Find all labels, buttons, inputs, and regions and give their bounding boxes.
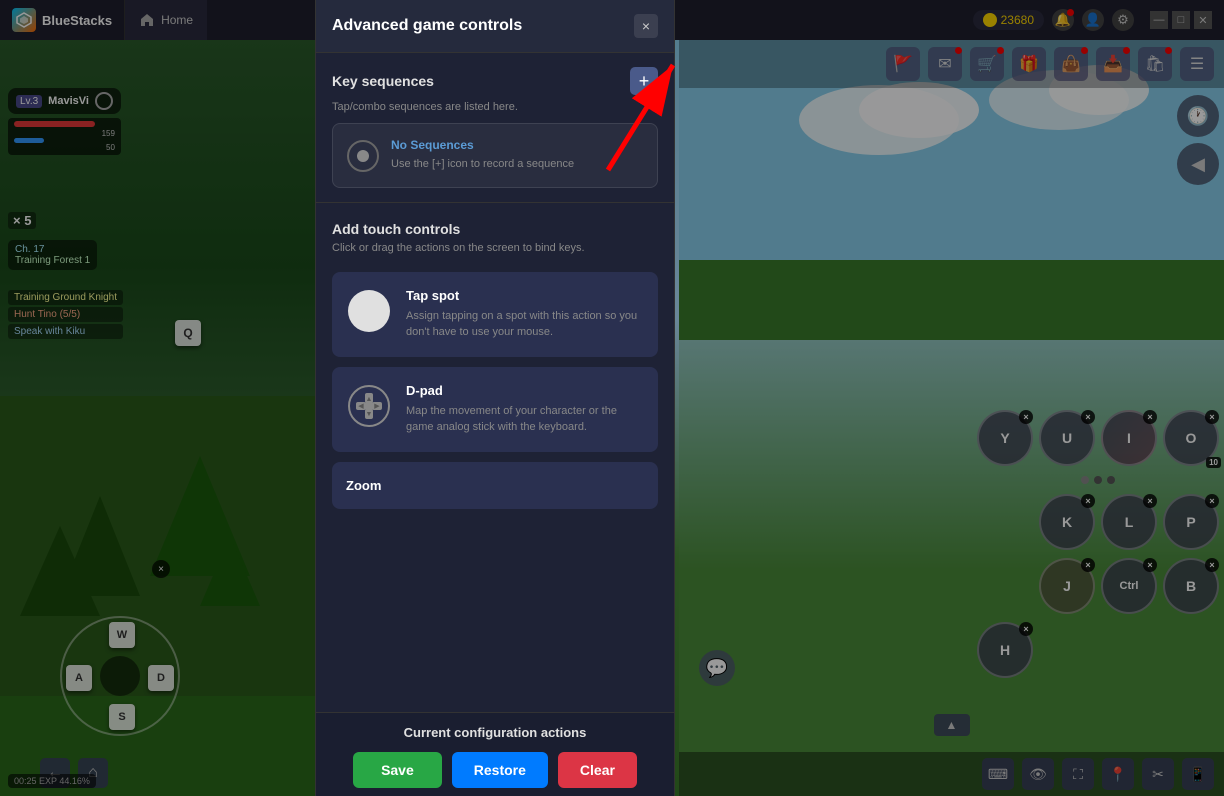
dpad-svg: ▲ ▼ ◀ ▶ — [348, 385, 390, 427]
agc-close-button[interactable]: × — [634, 14, 658, 38]
touch-controls-desc: Click or drag the actions on the screen … — [332, 241, 658, 256]
dpad-desc: Map the movement of your character or th… — [406, 403, 644, 436]
config-buttons: Save Restore Clear — [332, 752, 658, 788]
no-sequences-desc: Use the [+] icon to record a sequence — [391, 156, 574, 173]
record-icon — [347, 140, 379, 172]
agc-body[interactable]: Key sequences + Tap/combo sequences are … — [316, 53, 674, 712]
add-sequence-button[interactable]: + — [630, 67, 658, 95]
clear-button[interactable]: Clear — [558, 752, 637, 788]
tap-spot-card[interactable]: Tap spot Assign tapping on a spot with t… — [332, 272, 658, 357]
touch-controls-header: Add touch controls Click or drag the act… — [316, 207, 674, 262]
dpad-info: D-pad Map the movement of your character… — [406, 383, 644, 436]
key-sequences-title: Key sequences — [332, 73, 434, 89]
agc-title: Advanced game controls — [332, 17, 522, 35]
dpad-card[interactable]: ▲ ▼ ◀ ▶ D-pad Map the movement of your c… — [332, 367, 658, 452]
key-sequences-header: Key sequences + — [316, 53, 674, 101]
no-sequences-card: No Sequences Use the [+] icon to record … — [332, 123, 658, 188]
no-sequences-title: No Sequences — [391, 138, 574, 152]
config-title: Current configuration actions — [332, 725, 658, 740]
save-button[interactable]: Save — [353, 752, 442, 788]
tap-spot-icon — [346, 288, 392, 334]
tap-spot-circle — [348, 290, 390, 332]
tap-spot-desc: Assign tapping on a spot with this actio… — [406, 308, 644, 341]
svg-text:▼: ▼ — [366, 411, 373, 418]
key-sequences-subtitle: Tap/combo sequences are listed here. — [316, 101, 674, 123]
restore-button[interactable]: Restore — [452, 752, 548, 788]
svg-text:▶: ▶ — [374, 403, 380, 410]
touch-controls-title: Add touch controls — [332, 221, 658, 237]
tap-spot-info: Tap spot Assign tapping on a spot with t… — [406, 288, 644, 341]
dpad-title: D-pad — [406, 383, 644, 398]
dpad-card-icon: ▲ ▼ ◀ ▶ — [346, 383, 392, 429]
zoom-card[interactable]: Zoom — [332, 462, 658, 509]
tap-spot-title: Tap spot — [406, 288, 644, 303]
agc-panel: Advanced game controls × Key sequences +… — [315, 0, 675, 796]
section-divider-1 — [316, 202, 674, 203]
svg-text:◀: ◀ — [358, 403, 364, 410]
zoom-title: Zoom — [346, 478, 644, 493]
agc-header: Advanced game controls × — [316, 0, 674, 53]
no-sequences-content: No Sequences Use the [+] icon to record … — [391, 138, 574, 173]
config-section: Current configuration actions Save Resto… — [316, 712, 674, 796]
svg-text:▲: ▲ — [366, 396, 373, 403]
record-dot — [357, 150, 369, 162]
